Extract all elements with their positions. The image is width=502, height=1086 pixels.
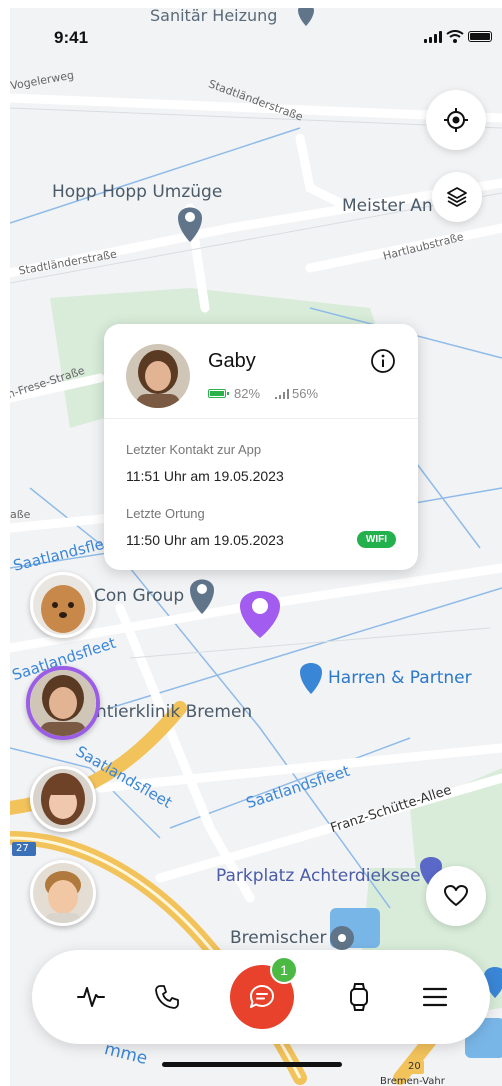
cellular-signal-icon xyxy=(424,30,442,43)
info-icon xyxy=(371,349,395,373)
locate-button[interactable] xyxy=(426,90,486,150)
activity-icon xyxy=(77,987,105,1007)
call-button[interactable] xyxy=(148,978,186,1016)
map-label: ntierklinik Bremen xyxy=(96,702,253,722)
last-contact-label: Letzter Kontakt zur App xyxy=(126,442,262,457)
app-screen: Sanitär Heizung Vogelerweg Stadtländerst… xyxy=(10,8,502,1086)
person-avatar-dog[interactable] xyxy=(30,572,96,638)
wifi-icon xyxy=(446,30,464,43)
menu-button[interactable] xyxy=(416,978,454,1016)
person-avatar-gaby[interactable] xyxy=(26,666,100,740)
layers-icon xyxy=(447,187,467,207)
map-label: Meister An xyxy=(342,196,433,216)
battery-percent: 82% xyxy=(234,386,261,401)
last-contact-value: 11:51 Uhr am 19.05.2023 xyxy=(126,468,284,484)
battery-level-icon xyxy=(208,389,229,398)
map-label: Harren & Partner xyxy=(328,668,472,688)
last-location-value: 11:50 Uhr am 19.05.2023 xyxy=(126,532,284,548)
signal-strength-icon xyxy=(275,388,290,399)
person-avatar-boy[interactable] xyxy=(30,860,96,926)
route-shield: 27 xyxy=(16,843,29,854)
device-stats: 82% 56% xyxy=(208,386,318,401)
avatar xyxy=(126,344,190,408)
status-time: 9:41 xyxy=(54,28,89,47)
menu-icon xyxy=(422,987,448,1007)
bottom-navigation: 1 xyxy=(32,950,490,1044)
status-icons xyxy=(424,30,492,43)
person-info-card: Gaby 82% 56% Letzter Kontakt zur App 11:… xyxy=(104,324,418,570)
heart-icon xyxy=(444,885,468,906)
route-shield: 20 xyxy=(408,1061,421,1072)
person-name: Gaby xyxy=(208,350,256,372)
map-label: Bremischer xyxy=(230,928,327,948)
person-avatar-girl[interactable] xyxy=(30,766,96,832)
phone-icon xyxy=(155,985,179,1009)
crosshair-icon xyxy=(444,108,468,132)
chat-unread-badge: 1 xyxy=(270,956,298,984)
signal-percent: 56% xyxy=(292,386,319,401)
layers-button[interactable] xyxy=(432,172,482,222)
map-label: Bremen-Vahr xyxy=(380,1076,445,1086)
status-bar: 9:41 xyxy=(10,8,502,62)
watch-button[interactable] xyxy=(340,978,378,1016)
last-location-label: Letzte Ortung xyxy=(126,506,205,521)
connection-badge: WIFI xyxy=(356,531,396,548)
map-label: Hopp Hopp Umzüge xyxy=(52,182,223,202)
map-label: aße xyxy=(10,508,31,521)
watch-icon xyxy=(350,983,368,1011)
info-button[interactable] xyxy=(370,348,396,374)
battery-icon xyxy=(468,31,492,42)
map-label: Parkplatz Achterdieksee xyxy=(216,866,421,886)
home-indicator[interactable] xyxy=(162,1062,342,1067)
favorite-button[interactable] xyxy=(426,866,486,926)
activity-button[interactable] xyxy=(72,978,110,1016)
chat-icon xyxy=(250,985,274,1008)
map-label: Con Group xyxy=(94,586,185,606)
divider xyxy=(104,418,418,419)
